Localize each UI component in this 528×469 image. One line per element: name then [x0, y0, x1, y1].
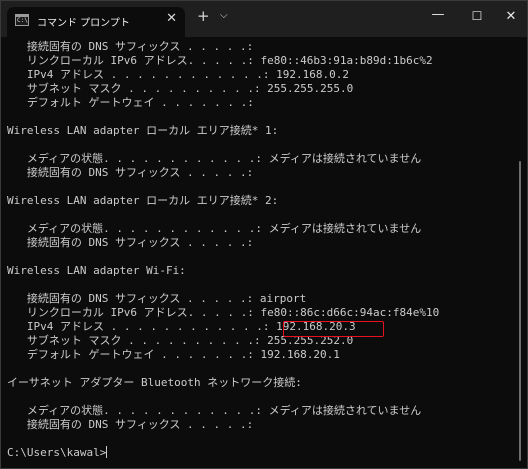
new-tab-button[interactable]: + [197, 9, 210, 24]
text-cursor [106, 446, 108, 458]
console-line: 接続固有の DNS サフィックス . . . . .: [7, 418, 254, 431]
console-line: Wireless LAN adapter Wi-Fi: [7, 264, 186, 277]
console-line: メディアの状態. . . . . . . . . . . .: メディアは接続さ… [7, 152, 422, 165]
ipv4-highlight-box [283, 321, 384, 337]
minimize-button[interactable]: — [421, 1, 455, 33]
console-line: デフォルト ゲートウェイ . . . . . . .: 192.168.20.1 [7, 348, 340, 361]
cmd-icon: C:\ [15, 14, 29, 26]
console-line: リンクローカル IPv6 アドレス. . . . .: fe80::86c:d6… [7, 306, 440, 319]
console-line: イーサネット アダプター Bluetooth ネットワーク接続: [7, 376, 302, 389]
console-line: 接続固有の DNS サフィックス . . . . .: airport [7, 292, 307, 305]
command-prompt-line[interactable]: C:\Users\kawal> [7, 446, 108, 460]
title-bar: C:\ コマンド プロンプト ✕ + ⌵ — ☐ ✕ [1, 1, 527, 37]
console-line: メディアの状態. . . . . . . . . . . .: メディアは接続さ… [7, 404, 422, 417]
console-output[interactable]: 接続固有の DNS サフィックス . . . . .: リンクローカル IPv6… [1, 37, 517, 468]
console-line: IPv4 アドレス . . . . . . . . . . . .: 192.1… [7, 68, 350, 81]
console-line: Wireless LAN adapter ローカル エリア接続* 2: [7, 194, 279, 207]
terminal-window: C:\ コマンド プロンプト ✕ + ⌵ — ☐ ✕ 接続固有の DNS サフィ… [0, 0, 528, 469]
close-tab-icon[interactable]: ✕ [166, 12, 177, 25]
close-window-button[interactable]: ✕ [494, 1, 527, 33]
console-line: メディアの状態. . . . . . . . . . . .: メディアは接続さ… [7, 222, 422, 235]
tab-command-prompt[interactable]: C:\ コマンド プロンプト ✕ [7, 7, 185, 37]
console-line: 接続固有の DNS サフィックス . . . . .: [7, 40, 254, 53]
console-line: サブネット マスク . . . . . . . . . .: 255.255.2… [7, 82, 354, 95]
tab-title: コマンド プロンプト [37, 18, 130, 29]
console-line: デフォルト ゲートウェイ . . . . . . .: [7, 96, 254, 109]
scrollbar[interactable] [519, 161, 521, 461]
console-line: リンクローカル IPv6 アドレス. . . . .: fe80::46b3:9… [7, 54, 433, 67]
maximize-button[interactable]: ☐ [460, 1, 494, 33]
console-line: 接続固有の DNS サフィックス . . . . .: [7, 166, 254, 179]
prompt-text: C:\Users\kawal> [7, 446, 107, 459]
console-line: Wireless LAN adapter ローカル エリア接続* 1: [7, 124, 279, 137]
console-line: 接続固有の DNS サフィックス . . . . .: [7, 236, 254, 249]
dropdown-chevron-icon[interactable]: ⌵ [220, 11, 228, 21]
